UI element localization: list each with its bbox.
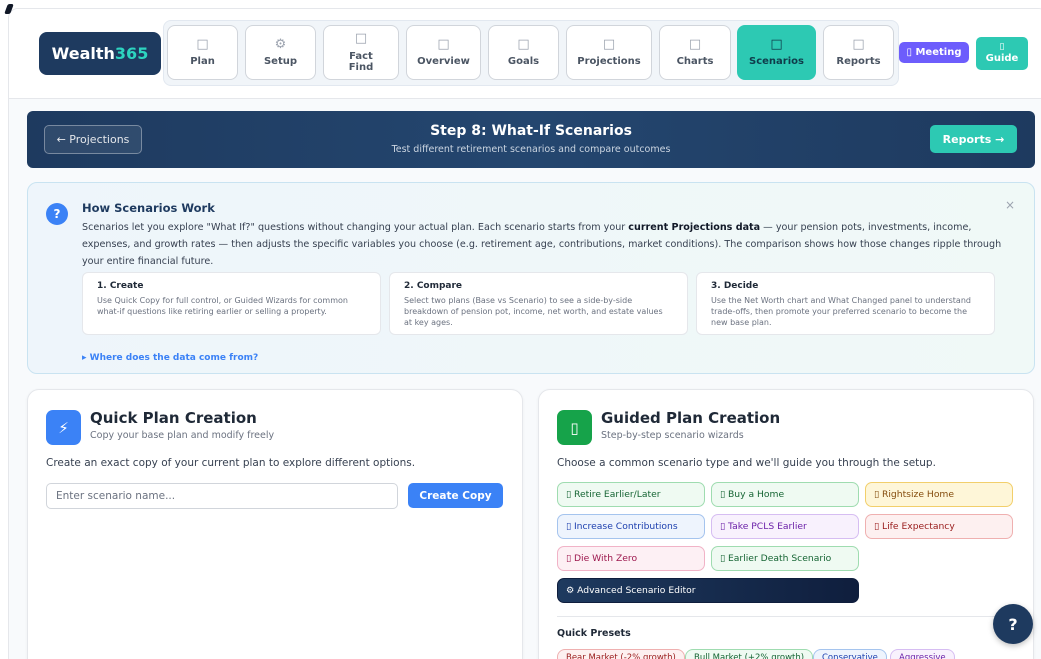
step-card-desc: Use Quick Copy for full control, or Guid…: [97, 296, 348, 316]
nav-tab-label: Plan: [190, 56, 215, 68]
brand-number: 365: [114, 44, 149, 63]
meeting-button[interactable]: ▯ Meeting: [899, 42, 969, 63]
close-icon[interactable]: ×: [1005, 198, 1015, 212]
projections-icon: □: [602, 36, 616, 52]
quick-plan-description: Create an exact copy of your current pla…: [46, 457, 416, 469]
preset-aggressive[interactable]: Aggressive: [890, 649, 955, 659]
data-source-toggle[interactable]: ▸ Where does the data come from?: [82, 353, 258, 363]
nav-tab-label: Charts: [676, 56, 714, 68]
scenario-die-with-zero[interactable]: ▯ Die With Zero: [557, 546, 705, 571]
info-text-bold: current Projections data: [628, 222, 761, 233]
scenario-increase-contributions[interactable]: ▯ Increase Contributions: [557, 514, 705, 539]
scenario-name-input[interactable]: [46, 483, 398, 509]
quick-presets-title: Quick Presets: [557, 628, 631, 639]
step-card-create: 1. Create Use Quick Copy for full contro…: [82, 272, 381, 335]
nav-tab-goals[interactable]: □ Goals: [488, 25, 559, 80]
nav-tab-label: Scenarios: [749, 56, 804, 68]
info-title: How Scenarios Work: [82, 201, 215, 215]
goals-icon: □: [517, 36, 530, 52]
step-card-compare: 2. Compare Select two plans (Base vs Sce…: [389, 272, 688, 335]
nav-tab-label: Projections: [577, 56, 641, 68]
step-banner: ← Projections Step 8: What-If Scenarios …: [27, 111, 1035, 168]
nav-tab-overview[interactable]: □ Overview: [406, 25, 481, 80]
quick-plan-subtitle: Copy your base plan and modify freely: [90, 430, 275, 441]
reports-icon: □: [852, 36, 865, 52]
quick-plan-panel: ⚡ Quick Plan Creation Copy your base pla…: [27, 389, 523, 659]
create-copy-button[interactable]: Create Copy: [408, 483, 503, 508]
scenario-retire-earlier-later[interactable]: ▯ Retire Earlier/Later: [557, 482, 705, 507]
nav-tab-plan[interactable]: □ Plan: [167, 25, 238, 80]
fact-find-icon: □: [354, 31, 368, 47]
lightning-icon: ⚡: [46, 410, 81, 445]
help-button[interactable]: ?: [993, 604, 1033, 644]
nav-tab-label: Overview: [417, 56, 470, 68]
guided-plan-panel: ▯ Guided Plan Creation Step-by-step scen…: [538, 389, 1034, 659]
scenario-earlier-death[interactable]: ▯ Earlier Death Scenario: [711, 546, 859, 571]
nav-tab-label: Fact Find: [348, 50, 374, 73]
nav-tab-reports[interactable]: □ Reports: [823, 25, 894, 80]
preset-conservative[interactable]: Conservative: [813, 649, 887, 659]
plan-icon: □: [196, 36, 209, 52]
scenario-life-expectancy[interactable]: ▯ Life Expectancy: [865, 514, 1013, 539]
guide-icon: ▯: [999, 42, 1005, 53]
scenarios-icon: □: [770, 36, 783, 52]
nav-tab-label: Setup: [263, 56, 298, 68]
preset-bear-market[interactable]: Bear Market (-2% growth): [557, 649, 685, 659]
quick-plan-title: Quick Plan Creation: [90, 409, 257, 427]
question-icon: ?: [46, 203, 68, 225]
nav-tab-charts[interactable]: □ Charts: [659, 25, 731, 80]
step-card-title: 2. Compare: [404, 281, 463, 291]
wizard-icon: ▯: [557, 410, 592, 445]
brand-logo[interactable]: Wealth 365: [39, 32, 161, 75]
brand-name: Wealth: [51, 44, 115, 63]
guide-label: Guide: [985, 52, 1019, 64]
scenario-buy-home[interactable]: ▯ Buy a Home: [711, 482, 859, 507]
app-window: Wealth 365 □ Plan ⚙ Setup □ Fact Find □ O…: [8, 8, 1041, 659]
gear-icon: ⚙: [274, 36, 287, 52]
scenario-rightsize-home[interactable]: ▯ Rightsize Home: [865, 482, 1013, 507]
preset-bull-market[interactable]: Bull Market (+2% growth): [685, 649, 814, 659]
guided-plan-title: Guided Plan Creation: [601, 409, 781, 427]
page-title: Step 8: What-If Scenarios: [430, 123, 632, 139]
guide-button[interactable]: ▯ Guide: [976, 37, 1028, 70]
charts-icon: □: [688, 36, 702, 52]
nav-tab-fact-find[interactable]: □ Fact Find: [323, 25, 399, 80]
step-card-desc: Select two plans (Base vs Scenario) to s…: [404, 296, 663, 327]
nav-tab-projections[interactable]: □ Projections: [566, 25, 652, 80]
step-card-decide: 3. Decide Use the Net Worth chart and Wh…: [696, 272, 995, 335]
nav-tab-label: Goals: [507, 56, 540, 68]
guided-plan-description: Choose a common scenario type and we'll …: [557, 457, 936, 469]
divider: [557, 616, 1015, 617]
how-scenarios-work-panel: ? How Scenarios Work × Scenarios let you…: [27, 182, 1035, 374]
page-subtitle: Test different retirement scenarios and …: [391, 144, 671, 155]
step-card-desc: Use the Net Worth chart and What Changed…: [711, 296, 971, 327]
advanced-scenario-editor-button[interactable]: ⚙ Advanced Scenario Editor: [557, 578, 859, 603]
info-description: Scenarios let you explore "What If?" que…: [82, 219, 1002, 270]
next-reports-button[interactable]: Reports →: [930, 125, 1017, 153]
step-card-title: 3. Decide: [711, 281, 759, 291]
nav-tab-setup[interactable]: ⚙ Setup: [245, 25, 316, 80]
nav-tab-scenarios[interactable]: □ Scenarios: [737, 25, 816, 80]
step-card-title: 1. Create: [97, 281, 144, 291]
guided-plan-subtitle: Step-by-step scenario wizards: [601, 430, 744, 441]
nav-tab-label: Reports: [836, 56, 881, 68]
scenario-take-pcls-earlier[interactable]: ▯ Take PCLS Earlier: [711, 514, 859, 539]
top-navigation: Wealth 365 □ Plan ⚙ Setup □ Fact Find □ O…: [9, 9, 1041, 99]
overview-icon: □: [437, 36, 450, 52]
info-text-start: Scenarios let you explore "What If?" que…: [82, 222, 629, 233]
